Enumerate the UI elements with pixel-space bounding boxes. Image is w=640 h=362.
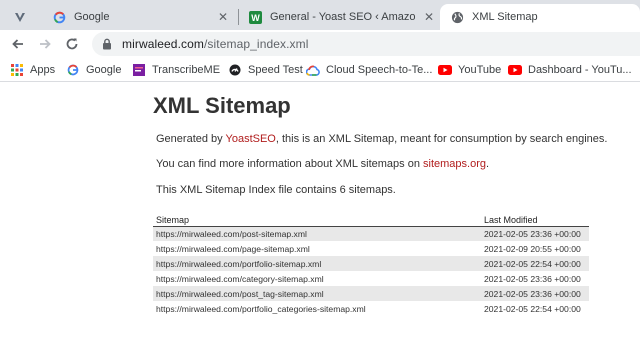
sitemap-link[interactable]: https://mirwaleed.com/page-sitemap.xml <box>156 244 310 254</box>
tab-yoast-general[interactable]: W General - Yoast SEO ‹ Amazon FB ✕ <box>240 4 436 30</box>
table-row: https://mirwaleed.com/post-sitemap.xml 2… <box>153 226 589 241</box>
table-row: https://mirwaleed.com/portfolio_categori… <box>153 301 589 316</box>
intro-suffix: , this is an XML Sitemap, meant for cons… <box>275 133 608 145</box>
tab-separator <box>238 9 239 25</box>
url-domain: mirwaleed.com <box>122 37 204 51</box>
bookmark-youtube[interactable]: YouTube <box>438 62 501 78</box>
svg-text:W: W <box>251 13 260 23</box>
table-row: https://mirwaleed.com/page-sitemap.xml 2… <box>153 241 589 256</box>
more-info-text: You can find more information about XML … <box>156 158 489 170</box>
last-modified-cell: 2021-02-05 22:54 +00:00 <box>481 256 589 271</box>
reload-button[interactable] <box>62 34 82 54</box>
bookmark-label: Google <box>86 64 122 76</box>
google-cloud-icon <box>306 63 320 77</box>
table-header-row: Sitemap Last Modified <box>153 214 589 227</box>
bookmark-transcribeme[interactable]: TranscribeME <box>132 62 220 78</box>
wordpress-w-icon: W <box>248 10 262 24</box>
more-info-prefix: You can find more information about XML … <box>156 158 424 170</box>
back-button[interactable] <box>8 34 28 54</box>
bookmark-label: YouTube <box>458 64 502 76</box>
yoastseo-link[interactable]: YoastSEO <box>226 133 276 145</box>
table-row: https://mirwaleed.com/category-sitemap.x… <box>153 271 589 286</box>
last-modified-cell: 2021-02-05 23:36 +00:00 <box>481 271 589 286</box>
last-modified-cell: 2021-02-05 23:36 +00:00 <box>481 226 589 241</box>
column-header-last-modified[interactable]: Last Modified <box>481 214 589 227</box>
last-modified-cell: 2021-02-05 23:36 +00:00 <box>481 286 589 301</box>
google-g-icon <box>66 63 80 77</box>
close-tab-icon[interactable]: ✕ <box>216 10 230 24</box>
bookmark-apps[interactable]: Apps <box>10 62 55 78</box>
youtube-icon <box>438 63 452 77</box>
forward-button[interactable] <box>35 34 55 54</box>
last-modified-cell: 2021-02-09 20:55 +00:00 <box>481 241 589 256</box>
page-title: XML Sitemap <box>153 93 291 118</box>
google-g-icon <box>52 10 66 24</box>
tab-title: General - Yoast SEO ‹ Amazon FB <box>270 11 416 23</box>
sitemap-link[interactable]: https://mirwaleed.com/portfolio-sitemap.… <box>156 259 321 269</box>
globe-icon <box>450 10 464 24</box>
bookmark-label: Cloud Speech-to-Te... <box>326 64 433 76</box>
sitemaps-org-link[interactable]: sitemaps.org <box>423 158 486 170</box>
intro-prefix: Generated by <box>156 133 226 145</box>
bookmarks-bar: Apps Google TranscribeME Speed Test Clou… <box>0 58 640 82</box>
sitemap-link[interactable]: https://mirwaleed.com/category-sitemap.x… <box>156 274 324 284</box>
youtube-icon <box>508 63 522 77</box>
speedtest-icon <box>228 63 242 77</box>
tab-strip: Google ✕ W General - Yoast SEO ‹ Amazon … <box>0 0 640 30</box>
page-viewport: XML Sitemap Generated by YoastSEO, this … <box>0 83 640 362</box>
transcribeme-icon <box>132 63 146 77</box>
url-path: /sitemap_index.xml <box>204 37 309 51</box>
bookmark-cloud-speech[interactable]: Cloud Speech-to-Te... <box>306 62 432 78</box>
column-header-sitemap[interactable]: Sitemap <box>153 214 481 227</box>
vivaldi-logo-icon[interactable] <box>0 4 40 30</box>
sitemap-link[interactable]: https://mirwaleed.com/post_tag-sitemap.x… <box>156 289 324 299</box>
intro-text: Generated by YoastSEO, this is an XML Si… <box>156 133 607 145</box>
more-info-suffix: . <box>486 158 490 170</box>
apps-grid-icon <box>10 63 24 77</box>
sitemap-count-text: This XML Sitemap Index file contains 6 s… <box>156 184 396 196</box>
sitemap-link[interactable]: https://mirwaleed.com/post-sitemap.xml <box>156 229 307 239</box>
sitemap-link[interactable]: https://mirwaleed.com/portfolio_categori… <box>156 304 366 314</box>
tab-google[interactable]: Google ✕ <box>44 4 230 30</box>
table-row: https://mirwaleed.com/post_tag-sitemap.x… <box>153 286 589 301</box>
url-text: mirwaleed.com/sitemap_index.xml <box>122 37 309 51</box>
close-tab-icon[interactable]: ✕ <box>422 10 436 24</box>
tab-title: XML Sitemap <box>472 11 538 23</box>
address-bar[interactable]: mirwaleed.com/sitemap_index.xml <box>92 32 640 56</box>
bookmark-label: TranscribeME <box>152 64 221 76</box>
tab-xml-sitemap[interactable]: XML Sitemap <box>440 4 640 30</box>
sitemap-table: Sitemap Last Modified https://mirwaleed.… <box>153 214 589 316</box>
tab-title: Google <box>74 11 110 23</box>
bookmark-speed-test[interactable]: Speed Test <box>228 62 303 78</box>
table-row: https://mirwaleed.com/portfolio-sitemap.… <box>153 256 589 271</box>
bookmark-label: Speed Test <box>248 64 303 76</box>
lock-icon[interactable] <box>102 38 114 50</box>
bookmark-youtube-dashboard[interactable]: Dashboard - YouTu... <box>508 62 632 78</box>
last-modified-cell: 2021-02-05 22:54 +00:00 <box>481 301 589 316</box>
bookmark-label: Apps <box>30 64 56 76</box>
bookmark-google[interactable]: Google <box>66 62 121 78</box>
browser-toolbar: mirwaleed.com/sitemap_index.xml <box>0 30 640 58</box>
bookmark-label: Dashboard - YouTu... <box>528 64 632 76</box>
